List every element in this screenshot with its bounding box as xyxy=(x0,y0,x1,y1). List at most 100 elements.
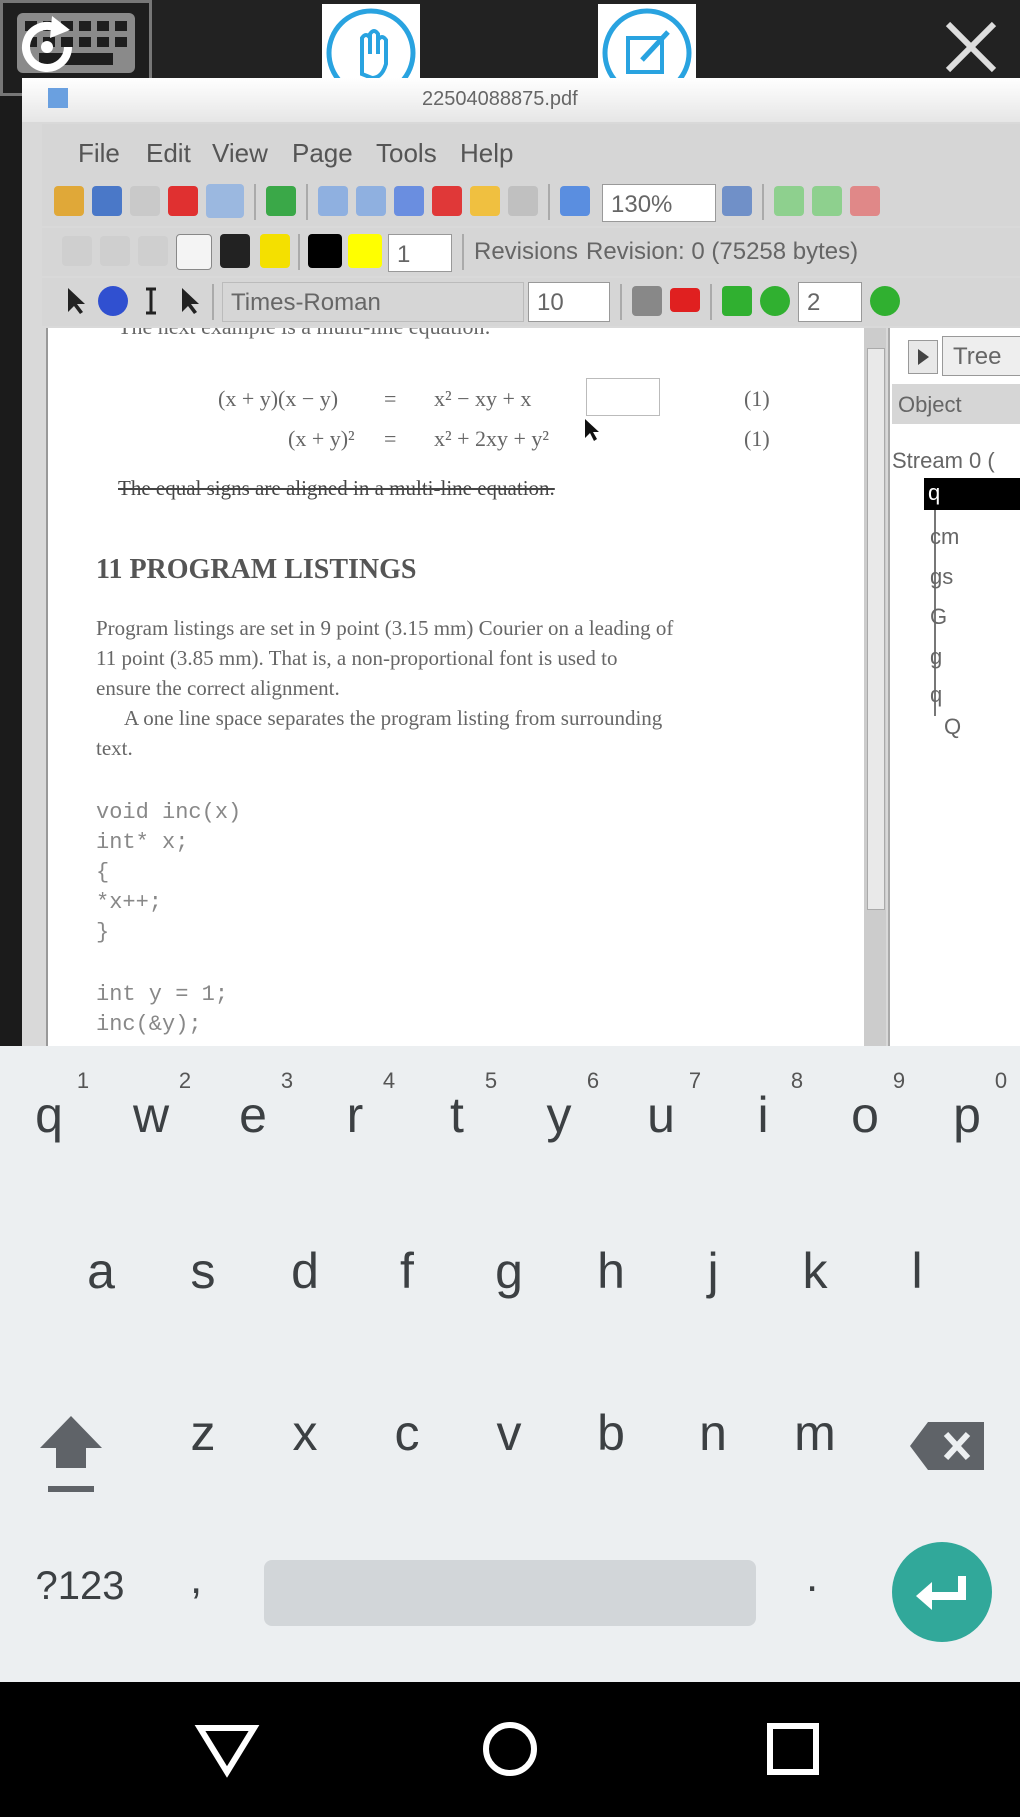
key-b[interactable]: b xyxy=(566,1404,656,1462)
system-navigation-bar xyxy=(0,1682,1020,1817)
comment-icon[interactable] xyxy=(632,286,662,316)
key-a[interactable]: a xyxy=(56,1242,146,1300)
rotate-left-icon[interactable] xyxy=(318,186,348,216)
key-y[interactable]: y xyxy=(514,1086,604,1144)
tree-item-g[interactable]: g xyxy=(930,644,942,670)
tree-selected-item[interactable]: q xyxy=(924,478,1020,510)
key-o[interactable]: o xyxy=(820,1086,910,1144)
paste-icon[interactable] xyxy=(812,186,842,216)
rotate-right-icon[interactable] xyxy=(356,186,386,216)
menu-help[interactable]: Help xyxy=(460,138,513,169)
tree-item-q[interactable]: q xyxy=(930,682,942,708)
arrow-cursor-icon[interactable] xyxy=(60,286,90,316)
key-r[interactable]: r xyxy=(310,1086,400,1144)
key-h[interactable]: h xyxy=(566,1242,656,1300)
period-key[interactable]: . xyxy=(806,1552,818,1602)
close-icon[interactable] xyxy=(938,14,1004,80)
key-n[interactable]: n xyxy=(668,1404,758,1462)
previous-page-icon[interactable] xyxy=(760,286,790,316)
stamp-icon[interactable] xyxy=(470,186,500,216)
key-g[interactable]: g xyxy=(464,1242,554,1300)
home-circle-icon[interactable] xyxy=(477,1716,543,1782)
curve-tool-icon[interactable] xyxy=(100,236,130,266)
tree-item-G[interactable]: G xyxy=(930,604,947,630)
refresh-tool-icon[interactable] xyxy=(176,234,212,270)
text-insert-box[interactable] xyxy=(586,378,660,416)
zoom-icon[interactable] xyxy=(560,186,590,216)
window-icon[interactable] xyxy=(206,184,244,218)
tree-item-Q[interactable]: Q xyxy=(944,714,961,740)
line-tool-icon[interactable] xyxy=(62,236,92,266)
key-k[interactable]: k xyxy=(770,1242,860,1300)
key-w[interactable]: w xyxy=(106,1086,196,1144)
symbols-key[interactable]: ?123 xyxy=(20,1564,140,1609)
refresh-icon[interactable] xyxy=(12,12,82,82)
print-icon[interactable] xyxy=(508,186,538,216)
menu-page[interactable]: Page xyxy=(292,138,353,169)
add-page-icon[interactable] xyxy=(432,186,462,216)
comma-key[interactable]: , xyxy=(190,1554,202,1604)
redact-icon[interactable] xyxy=(670,288,700,312)
pointer-tool-icon[interactable] xyxy=(174,286,204,316)
key-c[interactable]: c xyxy=(362,1404,452,1462)
tab-tree[interactable]: Tree xyxy=(942,336,1020,376)
panel-collapse-button[interactable] xyxy=(908,340,938,374)
delete-icon[interactable] xyxy=(168,186,198,216)
line-width-input[interactable]: 1 xyxy=(388,234,452,272)
page-number-input[interactable]: 2 xyxy=(798,282,862,322)
key-i[interactable]: i xyxy=(718,1086,808,1144)
back-triangle-icon[interactable] xyxy=(194,1716,260,1782)
tree-item-gs[interactable]: gs xyxy=(930,564,953,590)
tree-stream-item[interactable]: Stream 0 ( xyxy=(892,448,995,474)
space-key[interactable] xyxy=(264,1560,756,1626)
next-page-icon[interactable] xyxy=(870,286,900,316)
text-color-a-icon[interactable] xyxy=(220,234,250,268)
pdf-page[interactable]: The next example is a multi-line equatio… xyxy=(46,328,864,1046)
highlight-a-icon[interactable] xyxy=(260,234,290,268)
copy-icon[interactable] xyxy=(774,186,804,216)
shift-key-icon[interactable] xyxy=(36,1410,106,1498)
text-cursor-icon[interactable] xyxy=(136,286,166,316)
tree-item-cm[interactable]: cm xyxy=(930,524,959,550)
font-size-select[interactable]: 10 xyxy=(528,282,610,322)
document-scrollbar[interactable] xyxy=(864,328,886,1046)
key-j[interactable]: j xyxy=(668,1242,758,1300)
font-select[interactable]: Times-Roman xyxy=(222,282,524,322)
backspace-icon[interactable] xyxy=(908,1416,988,1476)
key-e[interactable]: e xyxy=(208,1086,298,1144)
cut-icon[interactable] xyxy=(850,186,880,216)
page-icon[interactable] xyxy=(394,186,424,216)
save-icon[interactable] xyxy=(92,186,122,216)
menu-tools[interactable]: Tools xyxy=(376,138,437,169)
menu-file[interactable]: File xyxy=(78,138,120,169)
first-page-icon[interactable] xyxy=(722,286,752,316)
select-object-icon[interactable] xyxy=(98,286,128,316)
toolbar-separator xyxy=(298,234,300,270)
menu-view[interactable]: View xyxy=(212,138,268,169)
key-l[interactable]: l xyxy=(872,1242,962,1300)
fill-color-swatch[interactable] xyxy=(348,234,382,268)
key-m[interactable]: m xyxy=(770,1404,860,1462)
key-v[interactable]: v xyxy=(464,1404,554,1462)
key-x[interactable]: x xyxy=(260,1404,350,1462)
pencil-icon[interactable] xyxy=(130,186,160,216)
key-u[interactable]: u xyxy=(616,1086,706,1144)
redo-icon[interactable] xyxy=(266,186,296,216)
scrollbar-thumb[interactable] xyxy=(867,348,885,910)
revision-select[interactable]: Revision: 0 (75258 bytes) xyxy=(578,232,1020,272)
recents-square-icon[interactable] xyxy=(760,1716,826,1782)
key-s[interactable]: s xyxy=(158,1242,248,1300)
menu-edit[interactable]: Edit xyxy=(146,138,191,169)
zoom-input[interactable]: 130% xyxy=(602,184,716,222)
key-f[interactable]: f xyxy=(362,1242,452,1300)
stroke-color-swatch[interactable] xyxy=(308,234,342,268)
open-folder-icon[interactable] xyxy=(54,186,84,216)
key-p[interactable]: p xyxy=(922,1086,1012,1144)
enter-key[interactable] xyxy=(892,1542,992,1642)
key-d[interactable]: d xyxy=(260,1242,350,1300)
key-t[interactable]: t xyxy=(412,1086,502,1144)
shape-tool-icon[interactable] xyxy=(138,236,168,266)
key-q[interactable]: q xyxy=(4,1086,94,1144)
key-z[interactable]: z xyxy=(158,1404,248,1462)
zoom-fit-icon[interactable] xyxy=(722,186,752,216)
